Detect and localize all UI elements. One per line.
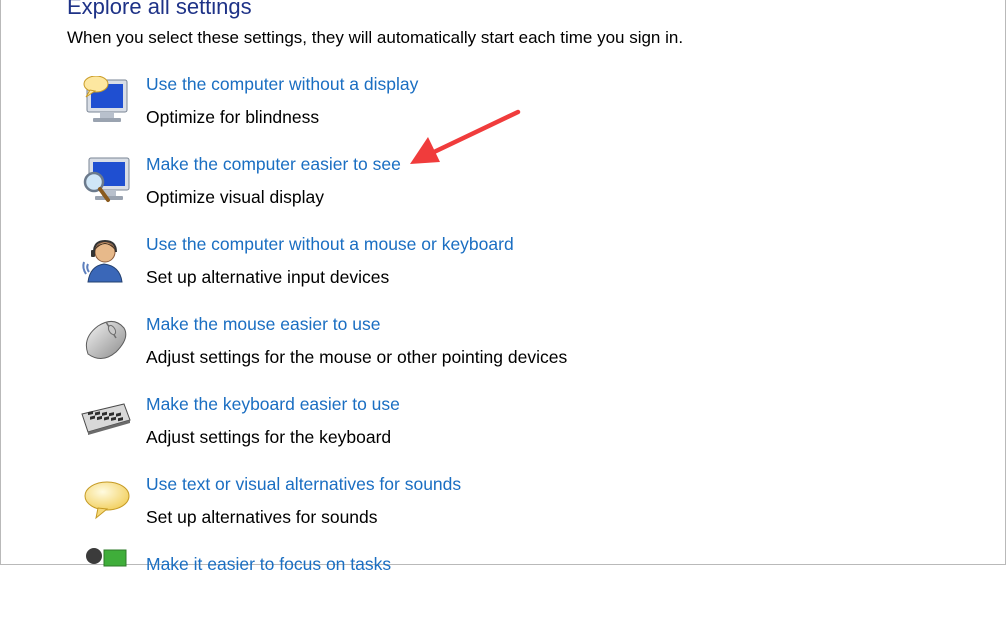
link-mouse-easier[interactable]: Make the mouse easier to use [146,314,380,335]
list-item-no-mouse-keyboard: Use the computer without a mouse or keyb… [0,234,1006,314]
person-headset-icon [80,236,132,288]
monitor-speech-icon [80,75,132,128]
monitor-magnifier-icon [80,156,132,208]
link-focus-tasks[interactable]: Make it easier to focus on tasks [146,554,391,575]
list-item-sounds: Use text or visual alternatives for soun… [0,474,1006,554]
annotation-arrow-icon [410,109,521,164]
list-item-keyboard: Make the keyboard easier to use Adjust s… [0,394,1006,474]
description-optimize-visual-display: Optimize visual display [146,187,324,207]
person-focus-icon [80,548,132,600]
description-alternative-input: Set up alternative input devices [146,267,390,287]
list-item-focus: Make it easier to focus on tasks [0,548,1006,634]
link-keyboard-easier[interactable]: Make the keyboard easier to use [146,394,400,415]
link-easier-to-see[interactable]: Make the computer easier to see [146,154,401,175]
link-sound-alternatives[interactable]: Use text or visual alternatives for soun… [146,474,461,495]
speech-bubble-icon [80,476,132,528]
description-mouse-settings: Adjust settings for the mouse or other p… [146,347,568,367]
list-item-mouse: Make the mouse easier to use Adjust sett… [0,314,1006,394]
description-sound-alternatives: Set up alternatives for sounds [146,507,378,527]
keyboard-icon [80,396,132,448]
link-without-mouse-keyboard[interactable]: Use the computer without a mouse or keyb… [146,234,514,255]
description-optimize-blindness: Optimize for blindness [146,107,320,127]
description-keyboard-settings: Adjust settings for the keyboard [146,427,392,447]
link-use-without-display[interactable]: Use the computer without a display [146,74,418,95]
section-heading: Explore all settings [67,0,252,19]
mouse-icon [80,316,132,368]
section-intro: When you select these settings, they wil… [67,28,684,47]
